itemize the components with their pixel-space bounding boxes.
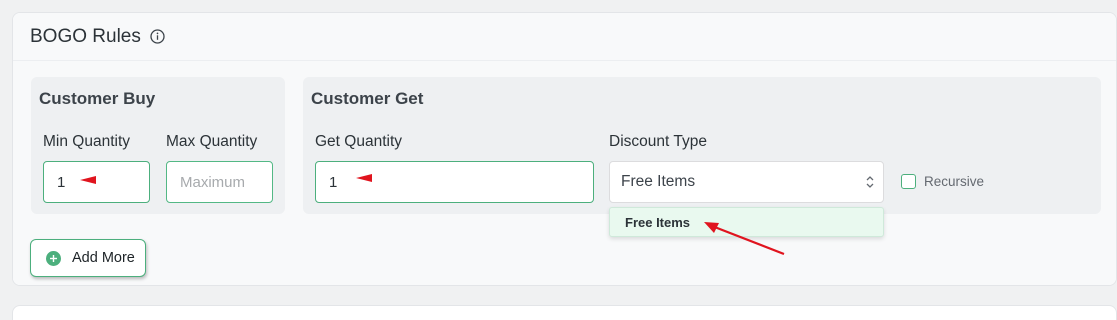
max-quantity-input[interactable]	[166, 161, 273, 203]
chevron-updown-icon	[865, 174, 875, 190]
customer-buy-title: Customer Buy	[39, 89, 156, 108]
get-quantity-label: Get Quantity	[315, 133, 403, 150]
min-quantity-label: Min Quantity	[43, 133, 131, 150]
add-more-button[interactable]: Add More	[30, 239, 146, 277]
customer-get-card: Customer Get Get Quantity Discount Type …	[303, 77, 1101, 214]
annotation-arrow-dropdown	[704, 222, 785, 256]
discount-type-select[interactable]: Free Items	[609, 161, 884, 203]
customer-get-title: Customer Get	[311, 89, 424, 108]
recursive-checkbox[interactable]	[901, 174, 916, 189]
max-quantity-label: Max Quantity	[166, 133, 258, 150]
annotation-arrow-min	[80, 176, 96, 184]
add-more-label: Add More	[72, 250, 135, 266]
recursive-label: Recursive	[924, 174, 985, 189]
panel-body: Customer Buy Min Quantity Max Quantity C…	[13, 61, 1116, 285]
info-circle-icon[interactable]	[150, 29, 165, 44]
plus-circle-icon	[46, 250, 61, 266]
discount-type-label: Discount Type	[609, 133, 707, 150]
bogo-rules-panel: BOGO Rules Customer Buy Min Quantity Max…	[12, 12, 1117, 286]
discount-type-value: Free Items	[621, 173, 696, 190]
customer-buy-card: Customer Buy Min Quantity Max Quantity	[31, 77, 285, 214]
annotation-arrow-get	[356, 174, 372, 182]
next-section-panel	[12, 305, 1117, 320]
panel-header: BOGO Rules	[13, 13, 1116, 61]
panel-title: BOGO Rules	[30, 25, 141, 47]
dropdown-option-label: Free Items	[625, 214, 691, 230]
